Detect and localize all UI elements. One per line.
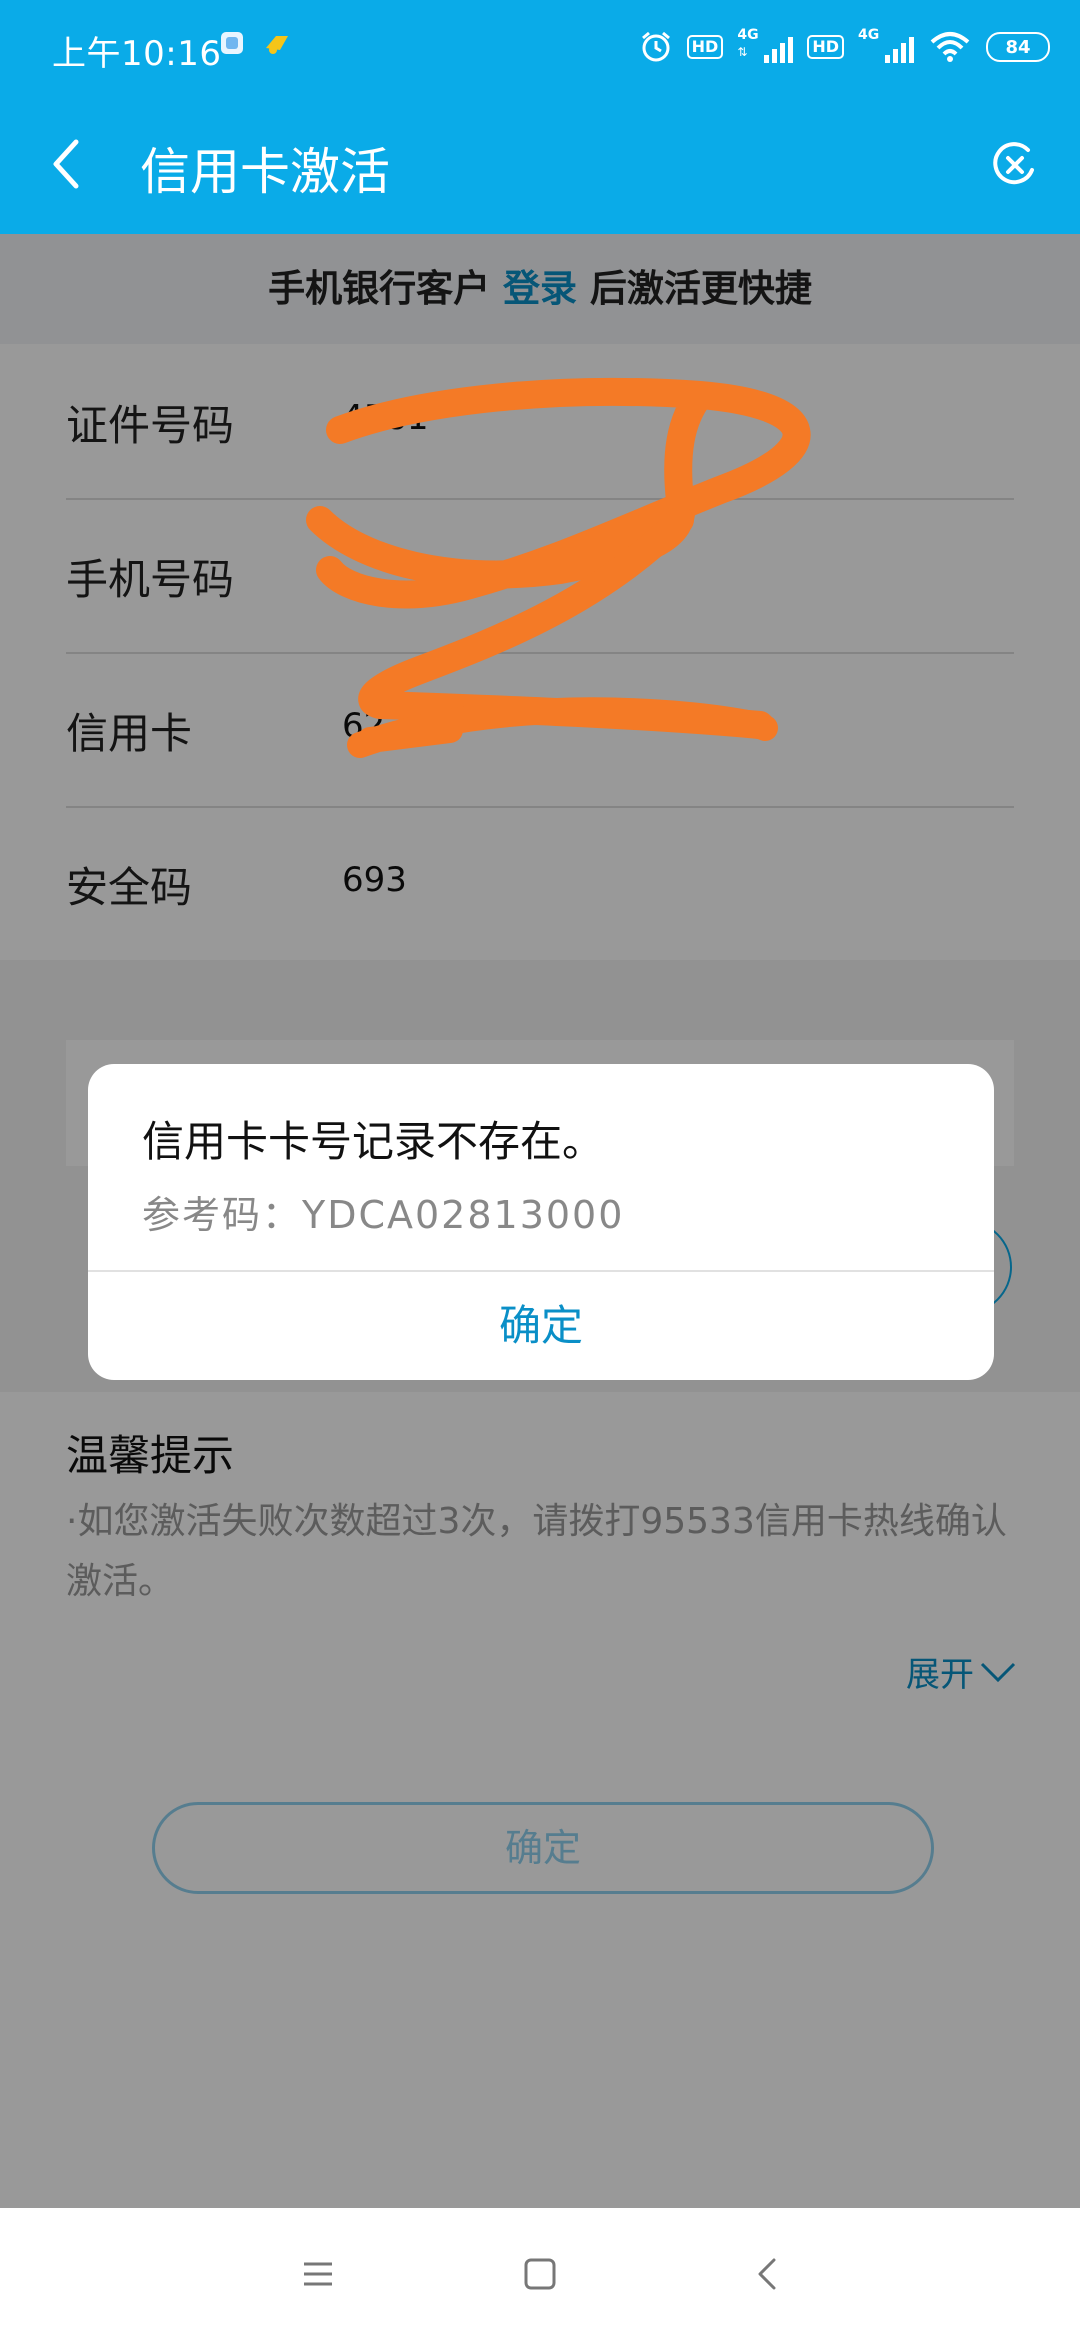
error-dialog: 信用卡卡号记录不存在。 参考码：YDCA02813000 确定 [88, 1064, 994, 1380]
status-icons: HD 4G ⇅ HD 4G 84 [639, 22, 1050, 72]
alarm-icon [641, 31, 670, 62]
title-bar: 信用卡激活 [0, 96, 1080, 234]
status-bar: 上午10:16 HD 4G ⇅ HD 4G 84 [0, 0, 1080, 96]
status-time: 上午10:16 [52, 34, 222, 74]
system-nav-bar [0, 2208, 1080, 2340]
notification-app-icon [221, 32, 243, 54]
signal-4g-icon-2: 4G [858, 27, 914, 67]
menu-icon[interactable] [298, 2254, 338, 2294]
signal-4g-icon: 4G ⇅ [737, 27, 794, 67]
close-circle-icon[interactable] [990, 140, 1040, 190]
battery-icon: 84 [986, 32, 1050, 62]
back-icon[interactable] [748, 2254, 788, 2294]
page-title: 信用卡激活 [140, 143, 390, 201]
chevron-left-icon[interactable] [42, 134, 92, 194]
dialog-reference-code: 参考码：YDCA02813000 [142, 1193, 625, 1237]
hd-badge: HD [686, 35, 724, 59]
dialog-message: 信用卡卡号记录不存在。 [142, 1117, 605, 1166]
dialog-ok-button[interactable]: 确定 [88, 1272, 994, 1380]
home-icon[interactable] [520, 2254, 560, 2294]
notification-app-icon-2 [266, 36, 288, 54]
hd-badge-2: HD [807, 35, 844, 59]
wifi-icon [930, 32, 970, 62]
